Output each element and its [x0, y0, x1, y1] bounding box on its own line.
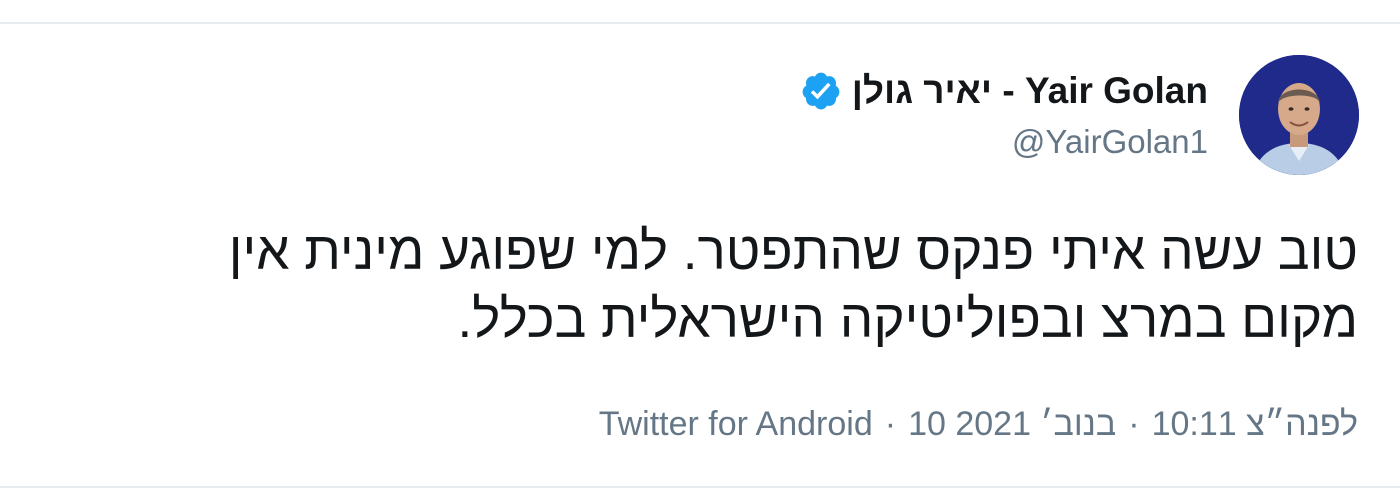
tweet-text-line: טוב עשה איתי פנקס שהתפטר. למי שפוגע מיני…	[228, 222, 1358, 281]
profile-photo-icon	[1239, 55, 1359, 175]
tweet-source[interactable]: Twitter for Android	[599, 405, 873, 444]
tweet-text-line: מקום במרצ ובפוליטיקה הישראלית בכלל.	[457, 290, 1358, 349]
tweet-meta: 10:11 לפנה״צ · 10 בנוב׳ 2021 · Twitter f…	[599, 398, 1358, 450]
tweet-time[interactable]: 10:11 לפנה״צ	[1152, 405, 1358, 444]
avatar[interactable]	[1239, 55, 1359, 175]
tweet-date[interactable]: 10 בנוב׳ 2021	[908, 405, 1116, 444]
tweet-card: יאיר גולן - Yair Golan @YairGolan1 טוב ע…	[0, 0, 1400, 492]
author-handle[interactable]: @YairGolan1	[1012, 120, 1208, 164]
top-divider	[0, 22, 1400, 24]
tweet-text: טוב עשה איתי פנקס שהתפטר. למי שפוגע מיני…	[28, 218, 1358, 354]
author-name-row[interactable]: יאיר גולן - Yair Golan	[800, 66, 1208, 116]
verified-badge-icon	[802, 72, 840, 110]
meta-separator: ·	[1128, 404, 1140, 443]
bottom-divider	[0, 486, 1400, 488]
display-name[interactable]: יאיר גולן - Yair Golan	[852, 66, 1208, 116]
meta-separator: ·	[884, 404, 897, 443]
